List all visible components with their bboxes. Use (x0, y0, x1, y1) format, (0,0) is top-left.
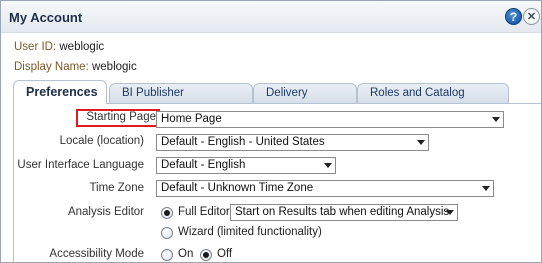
account-tabs: Preferences BI Publisher Preferences Del… (13, 80, 533, 118)
chevron-down-icon (417, 140, 425, 145)
starting-page-value: Home Page (161, 113, 222, 125)
tab-roles-and-catalog-groups[interactable]: Roles and Catalog Groups (357, 83, 509, 118)
locale-value: Default - English - United States (161, 136, 325, 148)
starting-page-label: Starting Page (86, 111, 156, 123)
close-icon[interactable]: ✕ (523, 8, 540, 25)
ui-language-value: Default - English (161, 159, 246, 171)
locale-label: Locale (location) (59, 135, 144, 147)
display-name-value: weblogic (91, 61, 137, 73)
accessibility-off-label: Off (217, 248, 233, 260)
tab-bi-publisher-preferences[interactable]: BI Publisher Preferences (109, 83, 253, 118)
full-editor-radio[interactable] (161, 207, 173, 219)
full-editor-option-value: Start on Results tab when editing Analys… (235, 206, 450, 218)
chevron-down-icon (482, 186, 490, 191)
accessibility-mode-label: Accessibility Mode (49, 248, 144, 260)
ui-language-label: User Interface Language (17, 159, 144, 171)
analysis-editor-label: Analysis Editor (67, 206, 144, 218)
chevron-down-icon (446, 210, 454, 215)
time-zone-label: Time Zone (89, 182, 144, 194)
accessibility-on-radio[interactable] (161, 249, 173, 261)
tab-preferences[interactable]: Preferences (13, 80, 107, 104)
dialog-title: My Account (9, 10, 83, 25)
user-id-row: User ID: weblogic (14, 41, 104, 53)
wizard-label: Wizard (limited functionality) (178, 226, 322, 238)
user-id-label: User ID: (14, 41, 57, 53)
display-name-label: Display Name: (14, 61, 89, 73)
display-name-row: Display Name: weblogic (14, 61, 137, 73)
help-icon[interactable]: ? (505, 8, 522, 25)
full-editor-label: Full Editor (178, 206, 230, 218)
tab-delivery-options[interactable]: Delivery Options (253, 83, 357, 118)
chevron-down-icon (492, 117, 500, 122)
ui-language-select[interactable]: Default - English (156, 157, 336, 174)
starting-page-select[interactable]: Home Page (156, 111, 504, 128)
user-id-value: weblogic (59, 41, 105, 53)
locale-select[interactable]: Default - English - United States (156, 134, 429, 151)
time-zone-value: Default - Unknown Time Zone (161, 182, 314, 194)
dialog-titlebar: My Account ? ✕ (1, 1, 541, 33)
full-editor-option-select[interactable]: Start on Results tab when editing Analys… (230, 204, 458, 221)
chevron-down-icon (324, 163, 332, 168)
my-account-dialog: My Account ? ✕ User ID: weblogic Display… (0, 0, 542, 263)
accessibility-on-label: On (178, 248, 194, 260)
accessibility-off-radio[interactable] (200, 249, 212, 261)
preferences-panel: Starting Page Home Page Locale (location… (13, 103, 541, 262)
time-zone-select[interactable]: Default - Unknown Time Zone (156, 180, 494, 197)
wizard-radio[interactable] (161, 227, 173, 239)
